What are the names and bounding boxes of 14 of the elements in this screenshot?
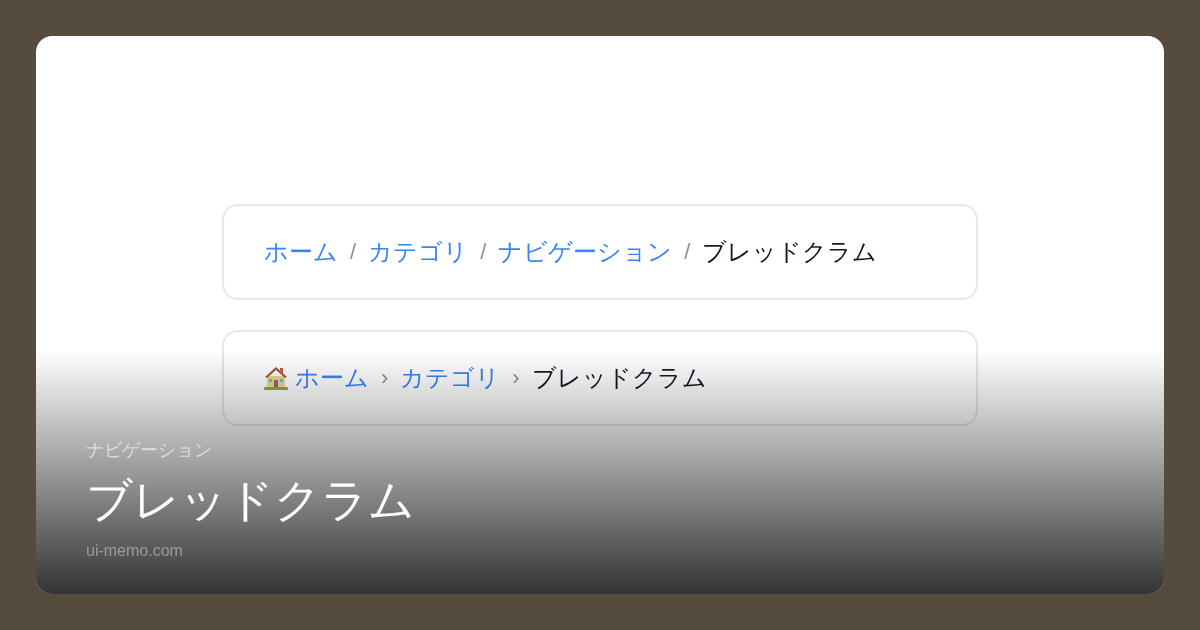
page-title: ブレッドクラム — [86, 473, 415, 528]
breadcrumb-separator: / — [480, 238, 487, 266]
breadcrumb-separator: / — [684, 238, 691, 266]
breadcrumb-separator: / — [350, 238, 357, 266]
breadcrumb-link[interactable]: ホーム — [295, 362, 369, 394]
breadcrumb-link[interactable]: カテゴリ — [368, 236, 469, 268]
site-name: ui-memo.com — [86, 541, 183, 561]
breadcrumb-link[interactable]: ナビゲーション — [498, 236, 673, 268]
breadcrumb-separator: › — [381, 364, 389, 392]
current-page-label: ブレッドクラム — [702, 237, 878, 267]
breadcrumb-link[interactable]: ホーム — [264, 236, 338, 268]
current-page-label: ブレッドクラム — [531, 363, 707, 393]
breadcrumb-separator: › — [512, 364, 520, 392]
breadcrumb-link[interactable]: カテゴリ — [400, 362, 501, 394]
